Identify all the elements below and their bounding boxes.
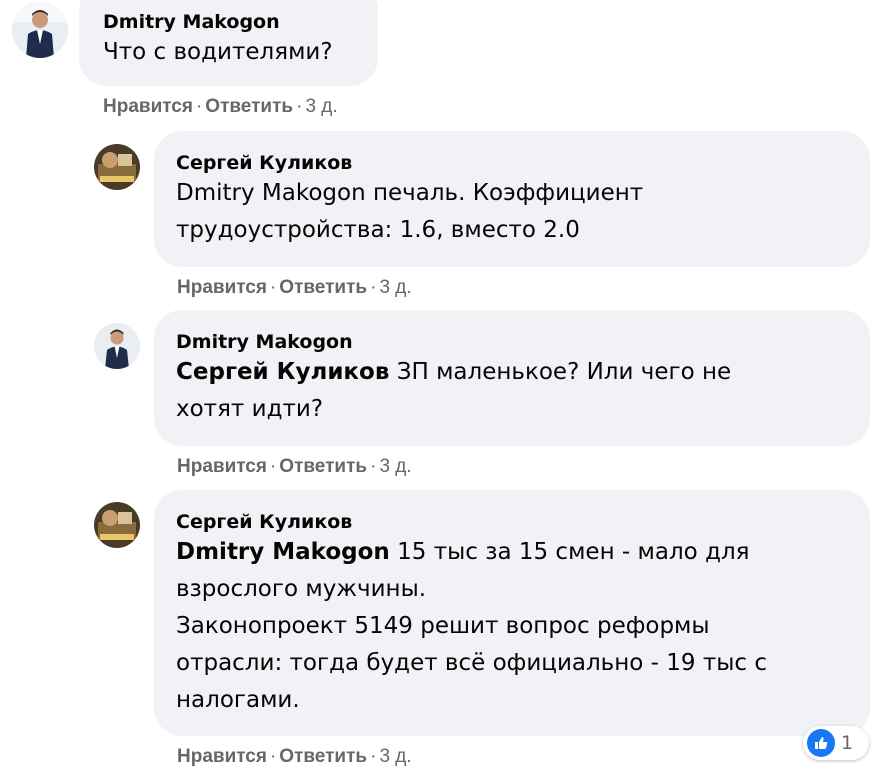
comment-text-line: Законопроект 5149 решит вопрос реформы [176, 613, 710, 639]
avatar[interactable] [94, 323, 140, 369]
reply-button[interactable]: Ответить [279, 456, 367, 477]
comment-text: 15 тыс за 15 смен - мало для [389, 539, 750, 565]
like-button[interactable]: Нравится [177, 746, 267, 767]
like-button[interactable]: Нравится [177, 456, 267, 477]
comment-timestamp[interactable]: 3 д. [379, 277, 411, 298]
comment-timestamp[interactable]: 3 д. [305, 96, 337, 117]
like-button[interactable]: Нравится [103, 96, 193, 117]
comment-text-line: взрослого мужчины. [176, 576, 427, 602]
comment-actions: Нравится · Ответить · 3 д. [177, 455, 412, 479]
like-button[interactable]: Нравится [177, 277, 267, 298]
separator-dot: · [370, 277, 377, 298]
separator-dot: · [195, 96, 203, 117]
comment-actions: Нравится · Ответить · 3 д. [103, 95, 338, 119]
avatar[interactable] [94, 144, 140, 190]
comment-author[interactable]: Сергей Куликов [176, 151, 848, 175]
separator-dot: · [370, 746, 377, 767]
comment-author[interactable]: Dmitry Makogon [103, 10, 354, 34]
comment-text-line: трудоустройства: 1.6, вместо 2.0 [176, 217, 580, 243]
comment-timestamp[interactable]: 3 д. [379, 746, 411, 767]
separator-dot: · [370, 456, 377, 477]
comment-text-line: налогами. [176, 687, 300, 713]
separator-dot: · [269, 456, 277, 477]
comment-text-line: Dmitry Makogon 15 тыс за 15 смен - мало … [176, 534, 848, 571]
comment-text: Что с водителями? [103, 39, 333, 65]
comment-bubble: Dmitry Makogon Сергей Куликов ЗП маленьк… [154, 310, 870, 446]
comment-author[interactable]: Сергей Куликов [176, 510, 848, 534]
comment-bubble: Dmitry Makogon Что с водителями? [79, 0, 378, 86]
reply-button[interactable]: Ответить [205, 96, 293, 117]
comment-actions: Нравится · Ответить · 3 д. [177, 745, 412, 769]
comment-bubble: Сергей Куликов Dmitry Makogon печаль. Ко… [154, 131, 870, 267]
avatar-man-suit-icon [12, 2, 68, 58]
comment-bubble: Сергей Куликов Dmitry Makogon 15 тыс за … [154, 490, 870, 736]
comment-text-line: Dmitry Makogon печаль. Коэффициент [176, 180, 644, 206]
avatar-photo-icon [94, 502, 140, 548]
separator-dot: · [296, 96, 303, 117]
mention-link[interactable]: Сергей Куликов [176, 359, 389, 385]
separator-dot: · [269, 277, 277, 298]
thumbs-up-icon [807, 729, 835, 757]
avatar[interactable] [94, 502, 140, 548]
avatar-photo-icon [94, 144, 140, 190]
comment-author[interactable]: Dmitry Makogon [176, 330, 848, 354]
comment-timestamp[interactable]: 3 д. [379, 456, 411, 477]
mention-link[interactable]: Dmitry Makogon [176, 539, 390, 565]
reply-button[interactable]: Ответить [279, 277, 367, 298]
reply-button[interactable]: Ответить [279, 746, 367, 767]
avatar-man-suit-icon [94, 323, 140, 369]
reaction-count: 1 [841, 732, 854, 754]
reactions-summary[interactable]: 1 [803, 726, 869, 760]
comment-text-line: хотят идти? [176, 396, 324, 422]
comment-text-line: Сергей Куликов ЗП маленькое? Или чего не [176, 354, 848, 391]
avatar[interactable] [12, 2, 68, 58]
comment-text: ЗП маленькое? Или чего не [389, 359, 732, 385]
comment-actions: Нравится · Ответить · 3 д. [177, 276, 412, 300]
comment-text-line: отрасли: тогда будет всё официально - 19… [176, 650, 768, 676]
separator-dot: · [269, 746, 277, 767]
